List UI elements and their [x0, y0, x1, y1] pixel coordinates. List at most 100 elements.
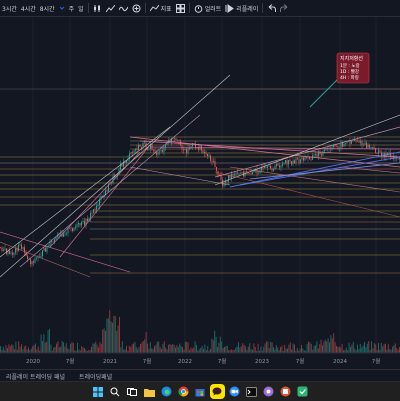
windows-start-icon[interactable]: [91, 384, 106, 399]
volume-bar: [92, 343, 94, 353]
candle-body: [52, 241, 54, 243]
volume-bar: [18, 341, 20, 353]
volume-bar: [268, 347, 270, 353]
indicators-button[interactable]: 지표: [148, 0, 174, 16]
compare-icon[interactable]: [130, 0, 143, 16]
candle-body: [184, 148, 186, 150]
trend-line: [0, 126, 171, 258]
volume-bar: [124, 349, 126, 353]
store-icon[interactable]: [193, 384, 208, 399]
candle-body: [69, 227, 70, 229]
app3-icon[interactable]: [295, 384, 310, 399]
volume-bar: [289, 342, 291, 353]
candle-body: [306, 157, 307, 159]
task-view-icon[interactable]: [125, 384, 140, 399]
candle-body: [285, 160, 286, 163]
volume-bar: [315, 345, 316, 353]
chart-type-week[interactable]: 주: [67, 0, 77, 16]
replay-button[interactable]: 리플레이: [223, 0, 260, 16]
undo-icon[interactable]: [265, 0, 278, 16]
volume-bar: [350, 346, 351, 353]
candle-body: [378, 150, 379, 154]
chart-type-day[interactable]: 일: [76, 0, 86, 16]
volume-bar: [170, 345, 172, 353]
chevron-down-icon[interactable]: [57, 0, 67, 16]
candle-body: [130, 152, 132, 154]
annotation-arrow: [309, 78, 339, 108]
candle-body: [358, 141, 360, 143]
app2-icon[interactable]: [278, 384, 293, 399]
candle-body: [126, 160, 127, 163]
edge-icon[interactable]: [159, 384, 174, 399]
alert-button[interactable]: 얼러트: [192, 0, 224, 16]
volume-bar: [187, 342, 189, 353]
tab-trading-panel[interactable]: 트레이딩패널: [79, 372, 112, 381]
volume-bar: [313, 345, 315, 353]
candle-body: [4, 248, 6, 251]
volume-bar: [345, 347, 347, 353]
candle-body: [246, 171, 247, 172]
interval-3h[interactable]: 3시간: [0, 0, 19, 16]
volume-bar: [2, 346, 4, 353]
kakaotalk-icon[interactable]: [209, 384, 225, 399]
app-icon[interactable]: [261, 384, 276, 399]
candle-body: [294, 160, 295, 164]
volume-bar: [96, 344, 98, 353]
candle-body: [309, 157, 310, 160]
volume-bar: [296, 348, 298, 353]
volume-bar: [144, 339, 146, 353]
candle-body: [106, 190, 108, 192]
volume-bar: [334, 341, 336, 353]
interval-8h[interactable]: 8시간: [38, 0, 57, 16]
search-icon[interactable]: [108, 384, 123, 399]
interval-4h[interactable]: 4시간: [19, 0, 38, 16]
indicators-label: 지표: [160, 5, 172, 13]
volume-bar: [348, 342, 350, 353]
tab-replay-trading-panel[interactable]: 리플레이 트레이딩 패널: [6, 372, 65, 381]
file-explorer-icon[interactable]: [142, 384, 157, 399]
volume-bar: [68, 349, 70, 353]
volume-bar: [382, 346, 384, 353]
candle-body: [67, 228, 69, 234]
volume-bar: [165, 347, 167, 353]
volume-bar: [373, 343, 375, 353]
redo-icon[interactable]: [278, 0, 291, 16]
line-chart-icon[interactable]: [104, 0, 117, 16]
volume-bar: [105, 330, 106, 353]
candle-body: [249, 173, 250, 175]
candle-body: [363, 144, 364, 146]
candle-body: [178, 140, 180, 141]
candle-body: [205, 151, 207, 154]
layout-grid-icon[interactable]: [174, 0, 187, 16]
candle-body: [270, 165, 271, 169]
chrome-icon[interactable]: [176, 384, 191, 399]
candle-body: [349, 140, 351, 144]
candle-body: [289, 159, 291, 162]
volume-bar: [183, 349, 185, 353]
volume-bar: [326, 341, 328, 353]
candle-body: [352, 140, 354, 142]
terminal-icon[interactable]: [244, 384, 259, 399]
candle-body: [265, 167, 267, 168]
zoom-icon[interactable]: [227, 384, 242, 399]
price-chart[interactable]: 지지저항선 1분 : 노랑 1D : 빨강 4H : 파랑 2020 7월 2021…: [0, 17, 400, 380]
volume-bar: [119, 316, 120, 353]
candles-icon[interactable]: [91, 0, 104, 16]
candle-body: [397, 158, 399, 160]
candle-body: [370, 147, 372, 148]
candle-body: [282, 163, 283, 166]
candle-body: [70, 227, 72, 229]
wave-icon[interactable]: [117, 0, 130, 16]
annotation-callout[interactable]: 지지저항선 1분 : 노랑 1D : 빨강 4H : 파랑: [336, 52, 370, 84]
volume-bar: [169, 343, 171, 353]
volume-bar: [212, 340, 214, 353]
volume-bar: [358, 349, 360, 353]
candle-body: [214, 161, 216, 167]
volume-bar: [23, 346, 25, 353]
volume-bar: [172, 343, 174, 353]
volume-bar: [163, 341, 165, 353]
candle-body: [361, 141, 363, 146]
candle-body: [18, 245, 19, 252]
candle-body: [1, 247, 3, 251]
candle-body: [76, 224, 78, 227]
